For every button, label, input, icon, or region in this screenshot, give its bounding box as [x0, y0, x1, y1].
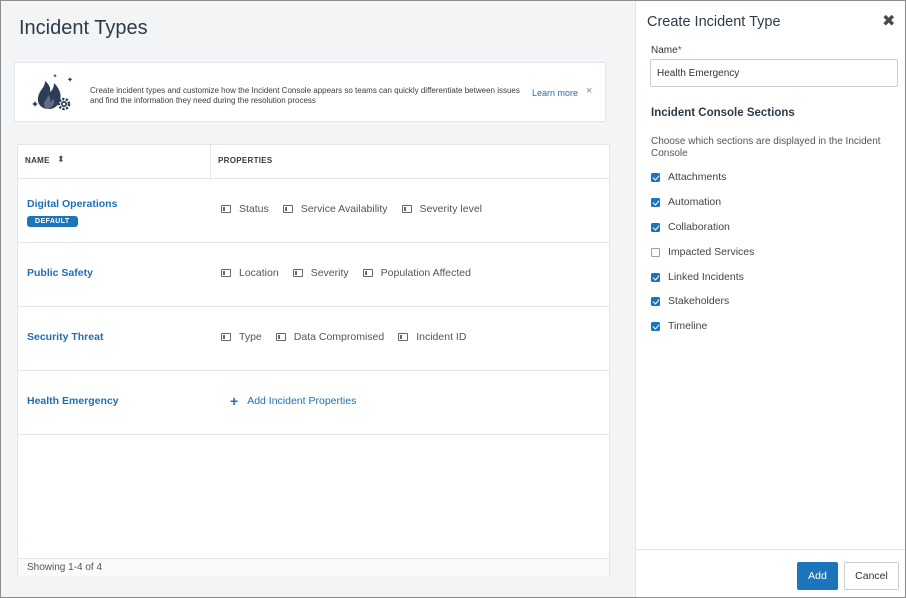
checkbox[interactable] — [651, 247, 660, 257]
property-icon — [275, 333, 286, 341]
property-item: Severity level — [401, 203, 482, 215]
name-label-text: Name — [651, 45, 678, 56]
main-area: Incident Types Create incident types and… — [1, 1, 635, 597]
close-banner-icon[interactable]: × — [586, 85, 592, 97]
add-button[interactable]: Add — [797, 562, 838, 590]
banner-text: Create incident types and customize how … — [90, 86, 520, 105]
sort-icon[interactable]: ⬍ — [57, 154, 65, 165]
incident-type-link[interactable]: Public Safety — [27, 267, 93, 279]
table-row: Public Safety Location Severity Populati… — [18, 242, 609, 307]
section-checkbox-linked-incidents[interactable]: Linked Incidents — [651, 271, 744, 283]
properties-list: Location Severity Population Affected — [221, 267, 485, 279]
checkbox-label: Attachments — [668, 171, 727, 183]
name-input[interactable] — [650, 59, 898, 87]
property-label: Type — [239, 331, 262, 343]
property-label: Location — [239, 267, 279, 279]
section-checkbox-collaboration[interactable]: Collaboration — [651, 221, 730, 233]
plus-icon: + — [230, 393, 239, 409]
property-item: Data Compromised — [275, 331, 385, 343]
checkbox[interactable] — [651, 272, 660, 282]
learn-more-link[interactable]: Learn more — [532, 88, 578, 98]
property-icon — [292, 269, 303, 277]
property-label: Severity — [310, 267, 349, 279]
checkbox[interactable] — [651, 197, 660, 207]
property-item: Location — [221, 267, 279, 279]
section-checkbox-stakeholders[interactable]: Stakeholders — [651, 295, 729, 307]
table-header: NAME ⬍ PROPERTIES — [18, 145, 609, 179]
properties-list: Type Data Compromised Incident ID — [221, 331, 480, 343]
checkbox-label: Stakeholders — [668, 295, 730, 307]
fire-gear-icon — [32, 74, 73, 111]
property-item: Incident ID — [398, 331, 466, 343]
properties-list: Status Service Availability Severity lev… — [221, 203, 496, 215]
property-icon — [221, 205, 231, 213]
required-indicator: * — [677, 45, 682, 56]
incident-types-table: NAME ⬍ PROPERTIES Digital Operations DEF… — [17, 144, 610, 576]
property-item: Status — [221, 203, 269, 215]
property-item: Severity — [292, 267, 349, 279]
checkbox[interactable] — [651, 321, 660, 331]
add-incident-properties-label: Add Incident Properties — [247, 395, 357, 407]
property-icon — [401, 205, 412, 213]
property-item: Service Availability — [282, 203, 388, 215]
property-icon — [362, 269, 373, 277]
name-field-label: Name* — [651, 45, 682, 56]
property-label: Service Availability — [300, 203, 388, 215]
property-label: Population Affected — [380, 267, 471, 279]
add-incident-properties-button[interactable]: + Add Incident Properties — [230, 393, 357, 409]
column-header-name[interactable]: NAME — [25, 156, 50, 165]
column-header-properties: PROPERTIES — [218, 156, 273, 165]
checkbox-label: Impacted Services — [668, 246, 755, 258]
table-footer: Showing 1-4 of 4 — [18, 558, 609, 576]
property-icon — [282, 205, 293, 213]
table-row: Digital Operations DEFAULT Status Servic… — [18, 178, 609, 243]
column-divider — [210, 145, 211, 178]
property-icon — [221, 333, 231, 341]
property-item: Type — [221, 331, 262, 343]
property-label: Incident ID — [416, 331, 467, 343]
incident-type-link[interactable]: Health Emergency — [27, 395, 119, 407]
table-row: Security Threat Type Data Compromised In… — [18, 306, 609, 371]
sections-title: Incident Console Sections — [651, 107, 795, 119]
section-checkbox-impacted-services[interactable]: Impacted Services — [651, 246, 754, 258]
close-icon[interactable]: ✖ — [882, 14, 895, 30]
app-window: Incident Types Create incident types and… — [0, 0, 906, 598]
incident-type-link[interactable]: Digital Operations — [27, 198, 117, 210]
default-badge: DEFAULT — [27, 216, 78, 227]
property-label: Status — [239, 203, 269, 215]
panel-footer: Add Cancel — [636, 549, 905, 597]
section-checkbox-attachments[interactable]: Attachments — [651, 171, 726, 183]
property-label: Data Compromised — [293, 331, 385, 343]
panel-title: Create Incident Type — [647, 14, 781, 30]
checkbox-label: Linked Incidents — [668, 271, 744, 283]
property-icon — [221, 269, 231, 277]
section-checkbox-automation[interactable]: Automation — [651, 196, 721, 208]
sections-description: Choose which sections are displayed in t… — [651, 136, 881, 159]
property-icon — [398, 333, 409, 341]
info-banner: Create incident types and customize how … — [14, 62, 606, 122]
checkbox[interactable] — [651, 296, 660, 306]
checkbox-label: Collaboration — [668, 221, 730, 233]
create-incident-type-panel: Create Incident Type ✖ Name* Incident Co… — [635, 1, 905, 597]
checkbox-label: Timeline — [668, 320, 708, 332]
page-title: Incident Types — [19, 17, 148, 39]
checkbox[interactable] — [651, 172, 660, 182]
checkbox-label: Automation — [668, 196, 722, 208]
pagination-status: Showing 1-4 of 4 — [27, 562, 103, 573]
incident-type-link[interactable]: Security Threat — [27, 331, 103, 343]
property-item: Population Affected — [362, 267, 471, 279]
section-checkbox-timeline[interactable]: Timeline — [651, 320, 707, 332]
table-row: Health Emergency + Add Incident Properti… — [18, 370, 609, 435]
checkbox[interactable] — [651, 222, 660, 232]
cancel-button[interactable]: Cancel — [844, 562, 899, 590]
property-label: Severity level — [419, 203, 482, 215]
